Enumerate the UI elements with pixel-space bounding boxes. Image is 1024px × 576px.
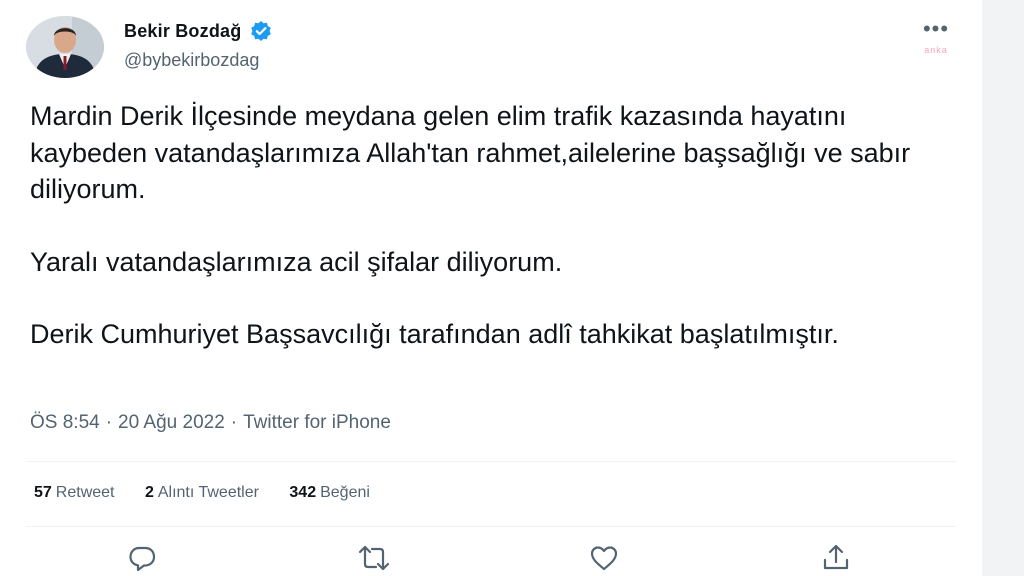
reply-icon: [126, 542, 162, 574]
share-icon: [820, 542, 856, 574]
quote-count: 2: [144, 484, 154, 501]
like-label: Beğeni: [320, 484, 370, 501]
quote-label: Alıntı Tweetler: [157, 484, 259, 501]
reply-button[interactable]: [126, 542, 162, 574]
tweet-text: Mardin Derik İlçesinde meydana gelen eli…: [30, 98, 960, 353]
tweet-paragraph: Derik Cumhuriyet Başsavcılığı tarafından…: [30, 319, 839, 349]
watermark-logo: anka: [924, 45, 948, 55]
tweet-date[interactable]: 20 Ağu 2022: [118, 412, 225, 433]
avatar[interactable]: [26, 16, 104, 78]
tweet-card: Bekir Bozdağ @bybekirbozdag ••• anka Mar…: [0, 0, 982, 576]
retweet-icon: [356, 542, 392, 574]
author-display-name[interactable]: Bekir Bozdağ: [124, 21, 241, 42]
tweet-header: Bekir Bozdağ @bybekirbozdag ••• anka: [26, 16, 966, 78]
divider: [26, 461, 956, 462]
tweet-paragraph: Yaralı vatandaşlarımıza acil şifalar dil…: [30, 246, 563, 277]
verified-badge-icon: [250, 20, 272, 42]
more-options-button[interactable]: ••• anka: [916, 16, 956, 56]
author-handle[interactable]: @bybekirbozdag: [124, 50, 272, 71]
retweet-count-link[interactable]: 57 Retweet: [34, 484, 115, 502]
tweet-paragraph: Mardin Derik İlçesinde meydana gelen eli…: [30, 101, 911, 204]
retweet-count: 57: [34, 484, 52, 501]
like-count: 342: [289, 484, 317, 501]
quote-count-link[interactable]: 2 Alıntı Tweetler: [145, 484, 259, 502]
screenshot-frame: Bekir Bozdağ @bybekirbozdag ••• anka Mar…: [0, 0, 1024, 576]
tweet-stats: 57 Retweet 2 Alıntı Tweetler 342 Beğeni: [34, 484, 396, 502]
meta-separator: ·: [105, 412, 113, 433]
meta-separator: ·: [230, 412, 238, 433]
more-dots-icon: •••: [922, 16, 950, 41]
author-block: Bekir Bozdağ @bybekirbozdag: [124, 20, 272, 71]
page-gutter: [982, 0, 1024, 576]
like-count-link[interactable]: 342 Beğeni: [289, 484, 370, 502]
tweet-source[interactable]: Twitter for iPhone: [243, 412, 391, 433]
tweet-time[interactable]: ÖS 8:54: [30, 412, 100, 433]
like-icon: [588, 542, 624, 574]
tweet-meta: ÖS 8:54 · 20 Ağu 2022 · Twitter for iPhone: [30, 412, 391, 434]
like-button[interactable]: [588, 542, 624, 574]
divider: [26, 526, 956, 527]
tweet-actions: [26, 538, 956, 576]
retweet-button[interactable]: [356, 542, 392, 574]
share-button[interactable]: [820, 542, 856, 574]
retweet-label: Retweet: [55, 484, 115, 501]
